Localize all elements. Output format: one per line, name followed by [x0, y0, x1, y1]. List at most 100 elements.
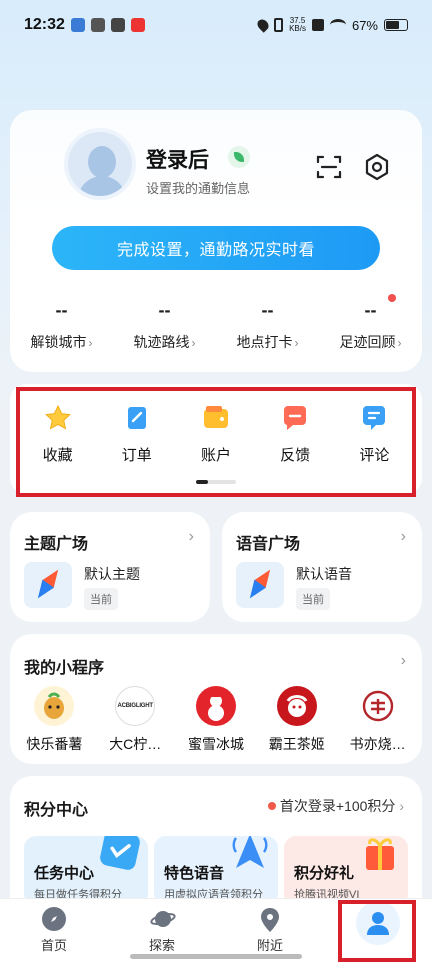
stat-label: 足迹回顾 ›	[319, 332, 422, 352]
brand-logo-text: ACBIGLIGHT	[117, 703, 154, 709]
notification-icon	[70, 18, 85, 32]
profile-card: 登录后 设置我的通勤信息 完成设置，通勤路况实时看 -- 解锁城市 › -- 轨迹…	[10, 110, 422, 372]
stat-label-text: 地点打卡	[236, 334, 293, 350]
close-box-icon	[311, 19, 324, 31]
chevron-right-icon: ›	[88, 336, 93, 350]
tab-home[interactable]: 首页	[0, 899, 108, 964]
status-right: 37.5 KB/s 67%	[255, 17, 408, 33]
avatar-head	[88, 146, 116, 178]
seal-logo-icon	[357, 686, 398, 726]
mini-programs-card: 我的小程序 › 快乐番薯 ACBIGLIGHT 大C柠… 蜜雪冰城 霸王茶姬 书…	[10, 634, 422, 764]
stat-label-text: 轨迹路线	[133, 334, 190, 350]
vibrate-icon	[274, 18, 284, 32]
mini-program-label: 书亦烧…	[349, 736, 406, 752]
current-badge: 当前	[84, 588, 118, 610]
stat-value: --	[364, 300, 377, 320]
checkmark-badge-icon	[98, 836, 142, 872]
compass-icon	[236, 562, 284, 608]
tile-title: 任务中心	[34, 865, 95, 882]
points-center-title: 积分中心	[24, 802, 89, 819]
complete-setup-button[interactable]: 完成设置，通勤路况实时看	[52, 226, 380, 270]
notification-icon	[130, 18, 145, 32]
mini-program-item[interactable]: 蜜雪冰城	[176, 686, 256, 754]
wifi-icon	[329, 19, 346, 31]
notification-icon	[90, 18, 105, 32]
compass-icon	[42, 907, 66, 931]
stat-checkins[interactable]: -- 地点打卡 ›	[216, 300, 319, 352]
clock: 12:32	[24, 16, 65, 33]
gift-box-icon	[362, 836, 398, 870]
stat-footprint-review[interactable]: -- 足迹回顾 ›	[319, 300, 422, 352]
avatar-body	[78, 176, 126, 196]
battery-percent: 67%	[351, 17, 378, 33]
chevron-right-icon: ›	[294, 336, 299, 350]
stat-label: 解锁城市 ›	[10, 332, 113, 352]
featured-voice-tile[interactable]: 特色语音 用虚拟应语音领积分	[154, 836, 278, 906]
promo-dot	[267, 802, 276, 810]
tab-label: 附近	[256, 938, 283, 953]
promo-text: 首次登录+100积分	[279, 798, 396, 814]
highlight-box	[338, 900, 416, 962]
mini-program-label: 蜜雪冰城	[187, 736, 244, 752]
chevron-right-icon: ›	[397, 336, 402, 350]
opera-face-logo-icon	[276, 686, 317, 726]
stat-label-text: 足迹回顾	[339, 334, 396, 350]
tile-title: 积分好礼	[294, 865, 355, 882]
settings-gear-icon[interactable]	[362, 152, 392, 182]
avatar[interactable]	[64, 128, 136, 200]
planet-icon	[150, 907, 176, 931]
mini-programs-title: 我的小程序	[24, 660, 105, 677]
points-promo[interactable]: 首次登录+100积分 ›	[267, 796, 404, 816]
theme-plaza-card[interactable]: 主题广场 › 默认主题 当前	[10, 512, 210, 622]
compass-icon	[24, 562, 72, 608]
home-indicator	[130, 954, 302, 959]
stats-row: -- 解锁城市 › -- 轨迹路线 › -- 地点打卡 › -- 足迹回顾 ›	[10, 300, 422, 352]
chevron-right-icon: ›	[399, 798, 404, 814]
chevron-right-icon[interactable]: ›	[401, 652, 406, 670]
location-pin-icon	[258, 907, 282, 932]
mini-program-item[interactable]: 快乐番薯	[14, 686, 94, 754]
battery-icon	[384, 19, 408, 31]
mini-program-label: 霸王茶姬	[268, 736, 325, 752]
stat-label: 轨迹路线 ›	[113, 332, 216, 352]
mini-programs-row: 快乐番薯 ACBIGLIGHT 大C柠… 蜜雪冰城 霸王茶姬 书亦烧…	[10, 686, 422, 754]
theme-plaza-title: 主题广场	[24, 536, 89, 553]
scan-icon[interactable]	[314, 152, 344, 182]
chevron-right-icon: ›	[400, 528, 406, 545]
mini-program-label: 大C柠…	[109, 736, 162, 752]
voice-plaza-card[interactable]: 语音广场 › 默认语音 当前	[222, 512, 422, 622]
brand-logo-icon: ACBIGLIGHT	[115, 686, 156, 726]
status-bar: 12:32 37.5 KB/s 67%	[0, 0, 432, 50]
stat-label-text: 解锁城市	[30, 334, 87, 350]
voice-name: 默认语音	[296, 566, 352, 582]
stat-value: --	[55, 300, 68, 320]
stat-track-routes[interactable]: -- 轨迹路线 ›	[113, 300, 216, 352]
new-badge-dot	[388, 294, 396, 302]
current-badge: 当前	[296, 588, 330, 610]
sweet-potato-logo-icon	[34, 686, 75, 726]
voice-arrow-icon	[232, 836, 268, 868]
mini-program-item[interactable]: 霸王茶姬	[257, 686, 337, 754]
location-icon	[255, 17, 271, 33]
mini-program-item[interactable]: 书亦烧…	[338, 686, 418, 754]
tile-title: 特色语音	[164, 865, 225, 882]
tab-label: 探索	[148, 938, 175, 953]
points-gift-tile[interactable]: 积分好礼 抢腾讯视频VI	[284, 836, 408, 906]
task-center-tile[interactable]: 任务中心 每日做任务得积分	[24, 836, 148, 906]
login-title[interactable]: 登录后	[146, 144, 209, 174]
network-speed: 37.5 KB/s	[289, 17, 306, 33]
speed-unit: KB/s	[289, 24, 306, 33]
highlight-box	[16, 387, 416, 497]
chevron-right-icon: ›	[191, 336, 196, 350]
stat-value: --	[158, 300, 171, 320]
mini-program-item[interactable]: ACBIGLIGHT 大C柠…	[95, 686, 175, 754]
snowman-logo-icon	[195, 686, 236, 726]
chevron-right-icon: ›	[188, 528, 194, 545]
stat-unlock-cities[interactable]: -- 解锁城市 ›	[10, 300, 113, 352]
tab-label: 首页	[40, 938, 67, 953]
mini-program-label: 快乐番薯	[26, 736, 83, 752]
theme-name: 默认主题	[84, 566, 140, 582]
login-subtitle[interactable]: 设置我的通勤信息	[146, 178, 250, 197]
voice-plaza-title: 语音广场	[236, 536, 301, 553]
leaf-icon	[228, 146, 250, 168]
